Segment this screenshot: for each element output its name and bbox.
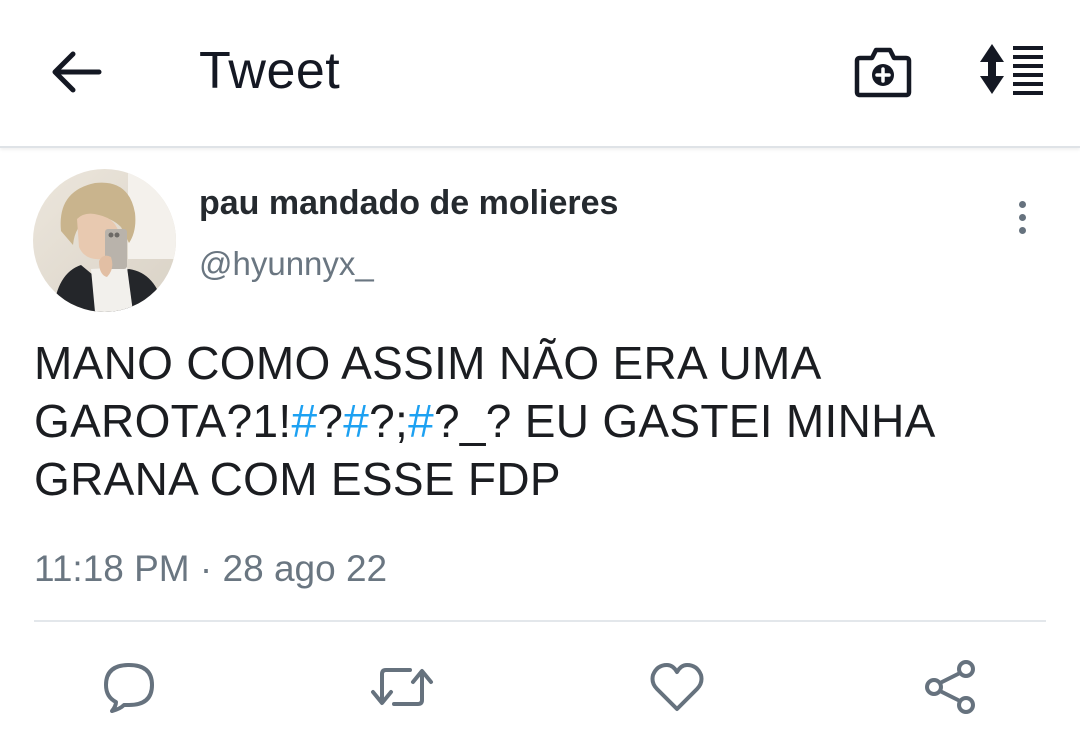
heart-icon	[650, 663, 704, 711]
share-icon	[925, 660, 975, 714]
avatar[interactable]	[33, 169, 176, 312]
hashtag-link[interactable]: #	[291, 395, 317, 447]
more-dot-icon	[1018, 200, 1026, 208]
divider	[34, 620, 1046, 622]
more-dot-icon	[1018, 226, 1026, 234]
hashtag-link[interactable]: #	[343, 395, 369, 447]
camera-add-icon	[854, 47, 912, 98]
reply-button[interactable]	[96, 656, 162, 718]
author-display-name[interactable]: pau mandado de molieres	[199, 182, 618, 224]
top-app-bar: Tweet	[0, 0, 1080, 148]
reply-icon	[104, 663, 154, 713]
page-title: Tweet	[199, 42, 341, 100]
more-options-button[interactable]	[1000, 192, 1044, 242]
author-handle[interactable]: @hyunnyx_	[199, 243, 374, 285]
avatar-image	[33, 169, 176, 312]
share-button[interactable]	[918, 656, 984, 718]
retweet-icon	[371, 668, 433, 706]
hashtag-link[interactable]: #	[408, 395, 434, 447]
tweet-text-segment: ?;	[369, 395, 409, 447]
arrow-left-icon	[52, 51, 102, 93]
more-dot-icon	[1018, 213, 1026, 221]
like-button[interactable]	[644, 656, 710, 718]
retweet-button[interactable]	[369, 656, 435, 718]
tweet-timestamp[interactable]: 11:18 PM · 28 ago 22	[34, 546, 387, 592]
sort-list-icon	[980, 44, 1043, 95]
camera-button[interactable]	[850, 40, 916, 102]
tweet-text-segment: ?	[317, 395, 344, 447]
back-button[interactable]	[46, 42, 108, 102]
tweet-text: MANO COMO ASSIM NÃO ERA UMA GAROTA?1!#?#…	[34, 334, 1044, 508]
sort-button[interactable]	[972, 38, 1052, 100]
